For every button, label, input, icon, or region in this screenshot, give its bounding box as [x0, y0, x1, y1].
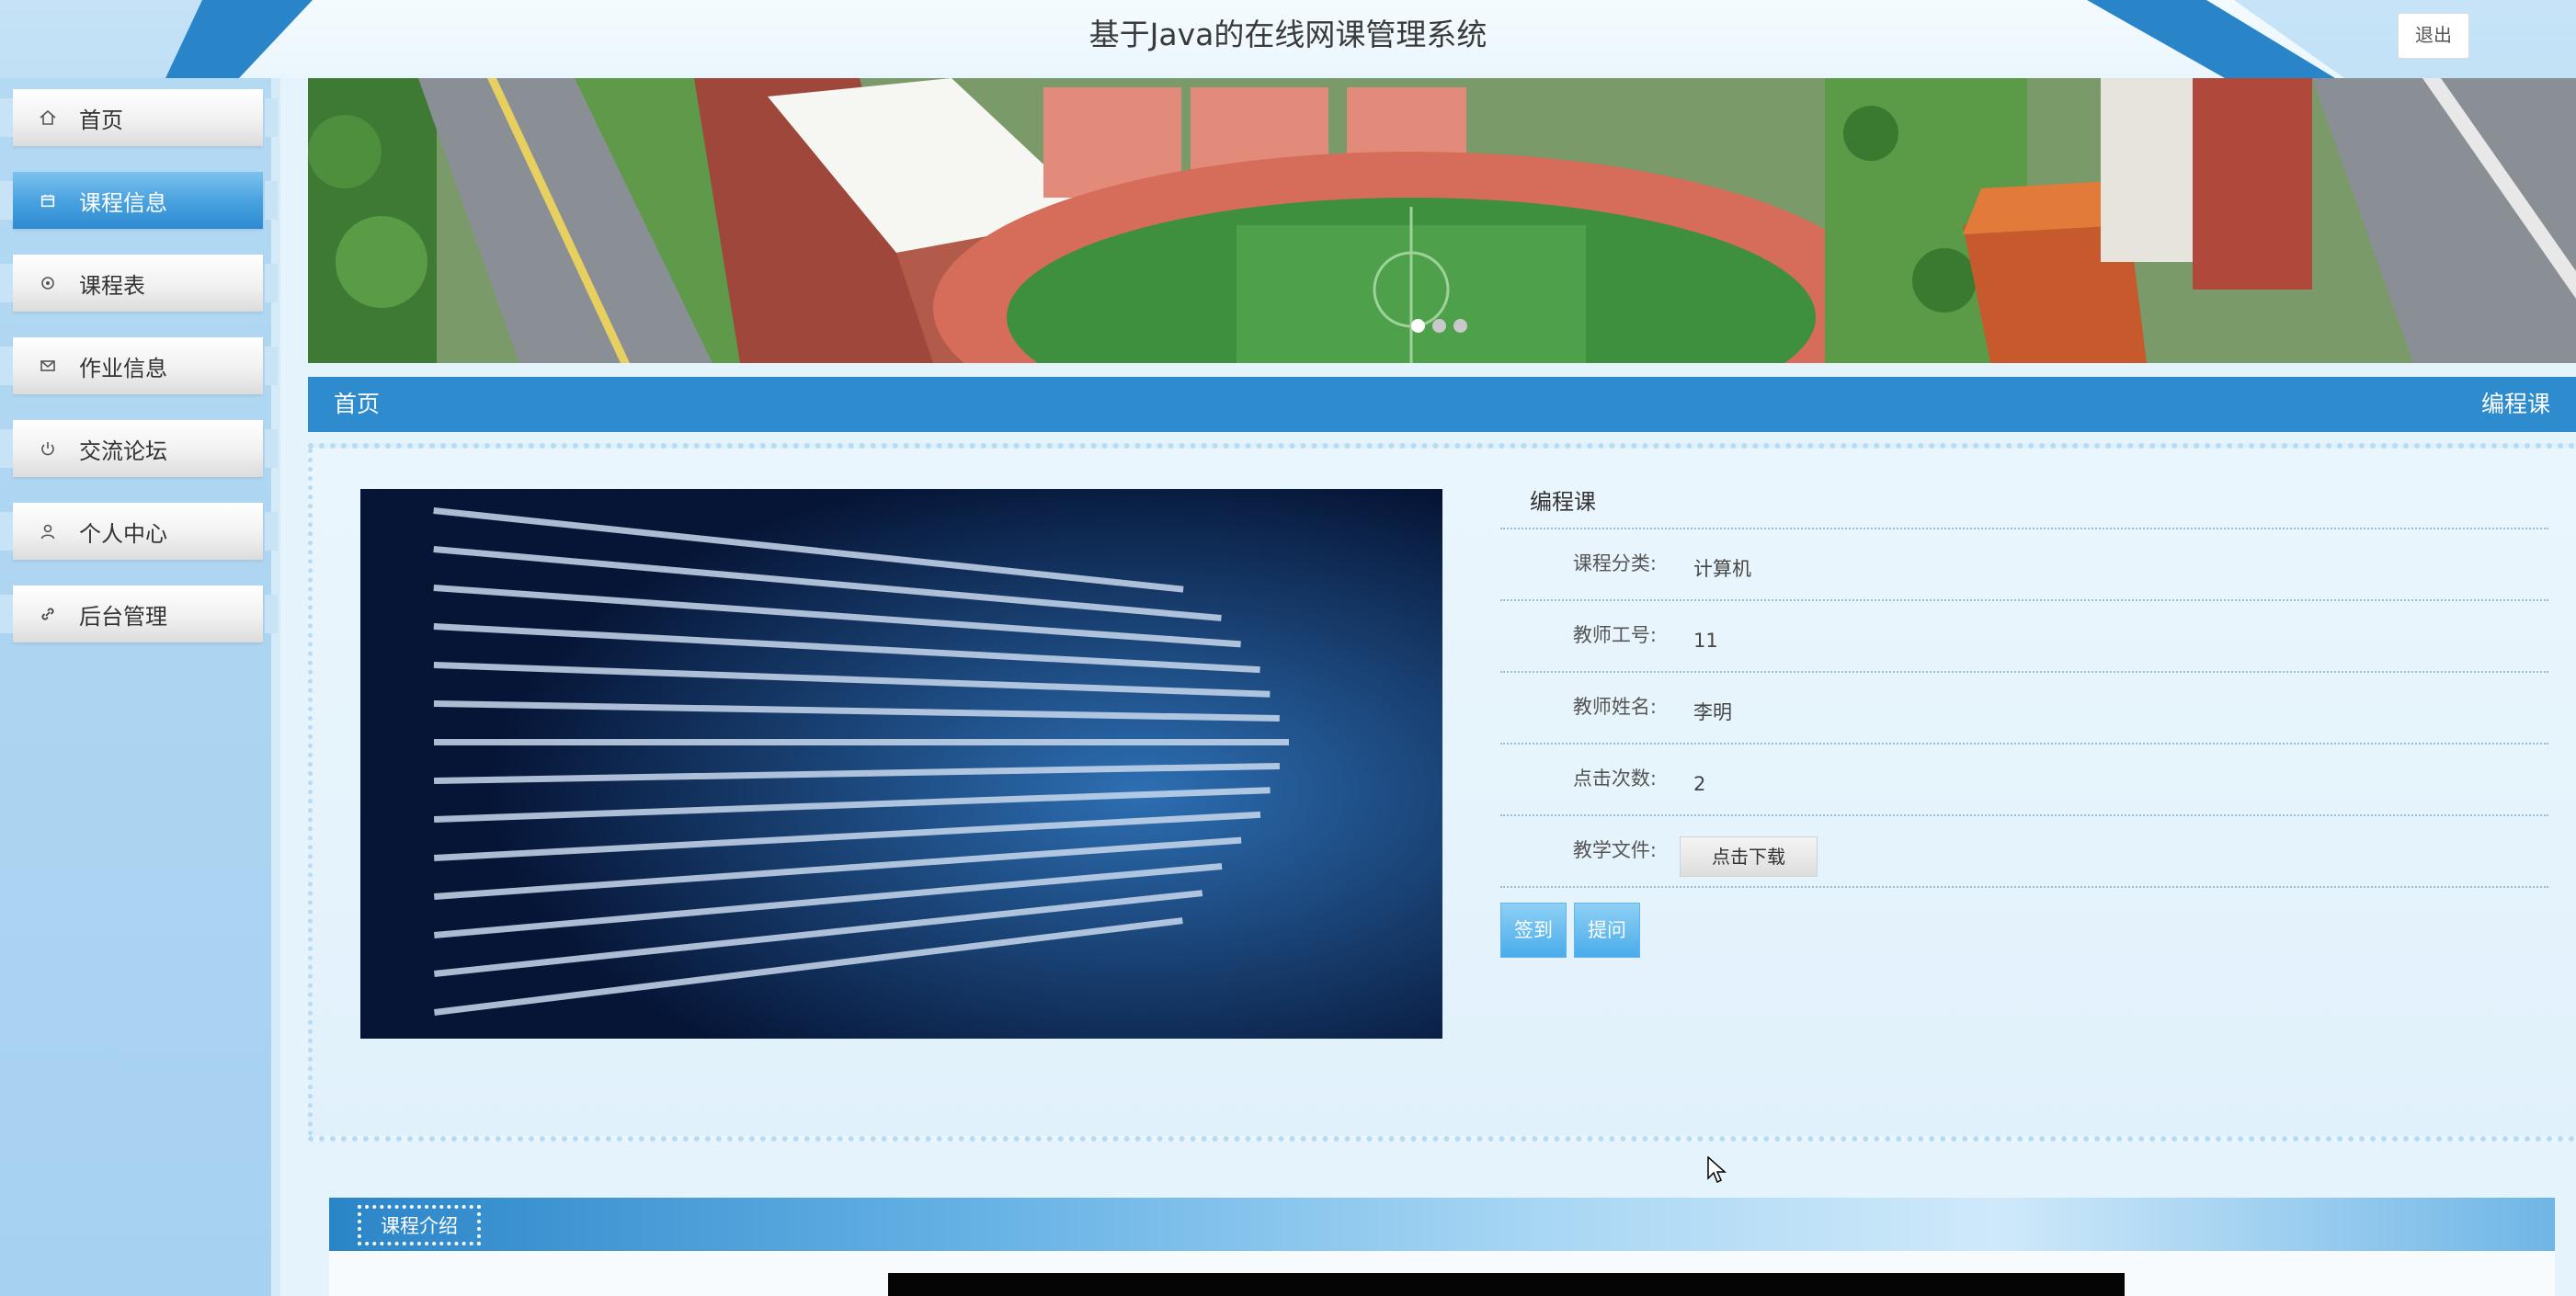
field-label: 点击次数:: [1572, 767, 1657, 790]
course-intro-body: [329, 1251, 2555, 1296]
field-label: 课程分类:: [1572, 552, 1657, 574]
mail-icon: [39, 357, 57, 375]
sidebar-item-home[interactable]: 首页: [0, 89, 278, 146]
link-icon: [39, 605, 57, 623]
field-value: 11: [1693, 630, 1718, 652]
breadcrumb-home-link[interactable]: 首页: [334, 377, 380, 432]
field-value: 李明: [1693, 701, 1732, 723]
sidebar-item-label: 后台管理: [79, 603, 167, 630]
question-button[interactable]: 提问: [1574, 903, 1640, 958]
gear-icon: [39, 274, 57, 292]
sidebar-edge: [271, 78, 280, 1296]
info-row-category: 课程分类: 计算机: [1500, 529, 2548, 601]
signin-button[interactable]: 签到: [1500, 903, 1567, 958]
course-detail-panel: 编程课 课程分类: 计算机 教师工号: 11 教师姓名: 李明 点击次数: 2 …: [308, 443, 2576, 1184]
code-stream-image: [360, 489, 1442, 1039]
user-icon: [39, 522, 57, 540]
sidebar-item-label: 个人中心: [79, 520, 167, 547]
sidebar-item-homework[interactable]: 作业信息: [0, 337, 278, 394]
tab-course-intro[interactable]: 课程介绍: [358, 1205, 481, 1245]
breadcrumb-current: 编程课: [2480, 391, 2550, 417]
sidebar-item-label: 作业信息: [79, 355, 167, 381]
carousel-dot[interactable]: [1432, 319, 1446, 333]
breadcrumb: 首页 编程课: [308, 377, 2576, 432]
info-row-teaching-file: 教学文件: 点击下载: [1500, 816, 2548, 888]
info-row-teacher-id: 教师工号: 11: [1500, 601, 2548, 673]
field-label: 教师姓名:: [1572, 696, 1657, 718]
sidebar-item-label: 首页: [79, 107, 123, 133]
sidebar-item-forum[interactable]: 交流论坛: [0, 420, 278, 477]
calendar-icon: [39, 191, 57, 210]
carousel-dot[interactable]: [1453, 319, 1467, 333]
sidebar-item-schedule[interactable]: 课程表: [0, 255, 278, 312]
sidebar-item-admin[interactable]: 后台管理: [0, 585, 278, 642]
field-value: 2: [1693, 773, 1706, 795]
field-label: 教学文件:: [1572, 839, 1657, 861]
header-bar: 基于Java的在线网课管理系统 退出: [0, 0, 2576, 78]
sidebar-item-label: 交流论坛: [79, 438, 167, 464]
sidebar: 首页 课程信息 课程表 作业信息 交流论坛 个人中心 后台管理: [0, 78, 280, 1296]
sidebar-item-label: 课程表: [79, 272, 145, 299]
logout-button[interactable]: 退出: [2398, 13, 2469, 59]
sidebar-item-label: 课程信息: [79, 189, 167, 216]
info-row-teacher-name: 教师姓名: 李明: [1500, 673, 2548, 745]
course-actions: 签到 提问: [1500, 903, 1640, 958]
course-info: 编程课 课程分类: 计算机 教师工号: 11 教师姓名: 李明 点击次数: 2 …: [1500, 476, 2548, 888]
course-title: 编程课: [1500, 476, 2548, 529]
mouse-cursor-icon: [1707, 1156, 1727, 1184]
carousel-dot[interactable]: [1411, 319, 1425, 333]
power-icon: [39, 439, 57, 458]
intro-video-player[interactable]: [888, 1273, 2125, 1296]
course-cover-image: [360, 489, 1442, 1039]
home-icon: [39, 108, 57, 127]
banner-carousel[interactable]: [308, 78, 2576, 363]
field-value: 计算机: [1693, 558, 1751, 580]
sidebar-item-course-info[interactable]: 课程信息: [0, 172, 278, 229]
site-title: 基于Java的在线网课管理系统: [1089, 17, 1487, 52]
course-intro-header: 课程介绍: [329, 1198, 2555, 1251]
carousel-indicators: [1411, 319, 1467, 333]
download-button[interactable]: 点击下载: [1680, 836, 1818, 877]
panel-border: [308, 449, 318, 1136]
info-row-click-count: 点击次数: 2: [1500, 745, 2548, 816]
field-label: 教师工号:: [1572, 624, 1657, 646]
sidebar-item-profile[interactable]: 个人中心: [0, 503, 278, 560]
